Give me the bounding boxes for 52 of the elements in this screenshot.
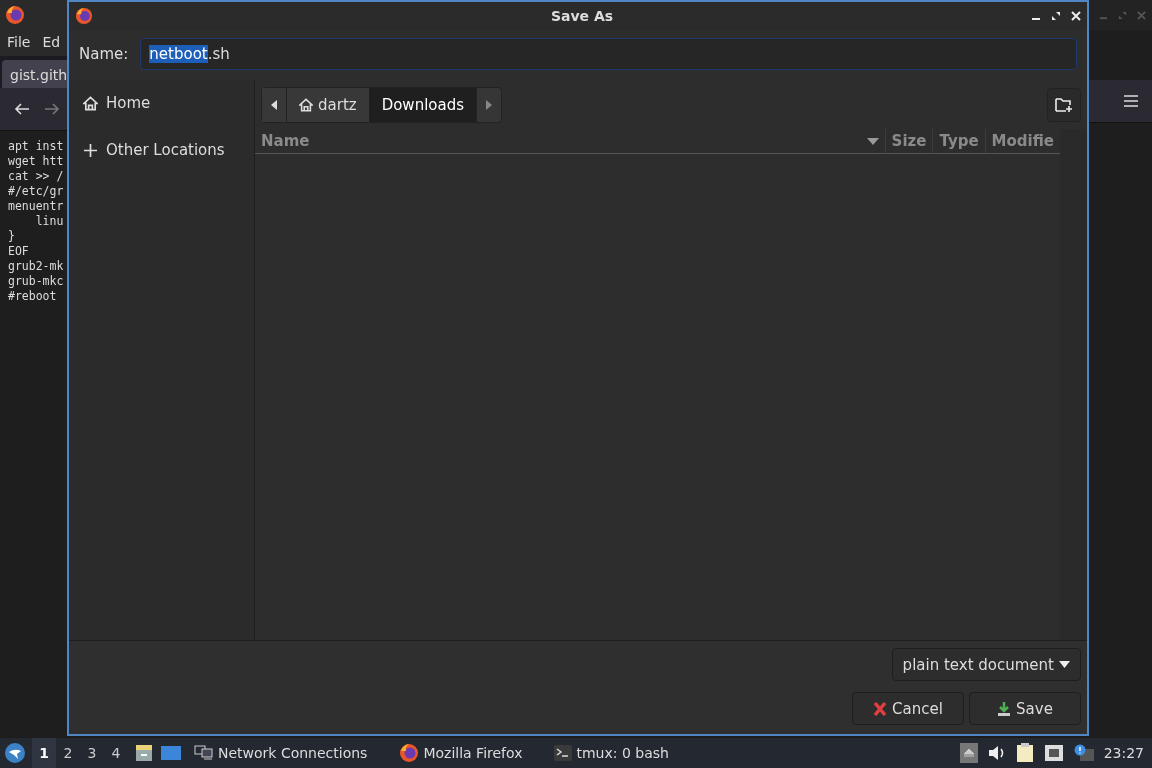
clock: 23:27 xyxy=(1103,745,1144,761)
maximize-icon[interactable] xyxy=(1051,11,1061,21)
window-title: Save As xyxy=(549,8,615,24)
file-manager-icon[interactable] xyxy=(134,743,154,763)
network-icon xyxy=(194,744,214,762)
volume-icon[interactable] xyxy=(987,745,1006,761)
column-header[interactable]: Name xyxy=(255,129,885,153)
save-button[interactable]: Save xyxy=(969,692,1081,725)
workspace-button[interactable]: 4 xyxy=(104,738,128,768)
workspace-button[interactable]: 2 xyxy=(56,738,80,768)
left-arrow-icon xyxy=(271,100,277,110)
notification-icon[interactable] xyxy=(1073,744,1094,762)
menu-item[interactable]: File xyxy=(7,34,31,52)
home-icon xyxy=(299,98,313,112)
back-icon[interactable] xyxy=(14,102,30,116)
browser-tab[interactable]: gist.gith xyxy=(2,60,67,90)
folder-plus-icon xyxy=(1055,97,1073,113)
taskbar-task[interactable]: Mozilla Firefox xyxy=(393,743,529,763)
file-type-dropdown[interactable]: plain text document xyxy=(891,648,1081,681)
firefox-icon xyxy=(75,7,93,25)
desktop-icon[interactable] xyxy=(160,744,182,762)
eject-icon[interactable] xyxy=(959,743,978,763)
new-folder-button[interactable] xyxy=(1047,88,1081,122)
menu-icon[interactable] xyxy=(1124,95,1138,107)
path-back-button[interactable] xyxy=(262,88,287,122)
name-label: Name: xyxy=(79,45,129,63)
sidebar-item[interactable]: Other Locations xyxy=(69,139,254,161)
firefox-icon xyxy=(5,5,25,25)
column-header[interactable]: Size xyxy=(884,129,933,153)
terminal-icon xyxy=(554,745,573,761)
home-icon xyxy=(83,95,98,111)
taskbar-task[interactable]: tmux: 0 bash xyxy=(548,745,675,761)
firefox-icon xyxy=(399,743,420,763)
cancel-button[interactable]: Cancel xyxy=(852,692,964,725)
ethernet-icon[interactable] xyxy=(1043,744,1064,762)
workspace-button[interactable]: 1 xyxy=(32,738,56,768)
download-icon xyxy=(997,700,1012,717)
workspace-button[interactable]: 3 xyxy=(80,738,104,768)
caret-icon xyxy=(1059,661,1070,668)
forward-icon[interactable] xyxy=(44,102,60,116)
taskbar-task[interactable]: Network Connections xyxy=(188,744,374,762)
start-menu-icon[interactable] xyxy=(4,742,26,764)
path-button[interactable]: Downloads xyxy=(369,88,478,122)
cross-icon xyxy=(873,700,888,717)
plus-icon xyxy=(83,142,98,158)
right-arrow-icon xyxy=(486,100,493,110)
sort-arrow-icon xyxy=(866,137,879,145)
column-header[interactable]: Type xyxy=(932,129,985,153)
code-text: apt inst wget htt cat >> / #/etc/gr menuentr linu } EOF grub2-mk grub-mkc #reboot xyxy=(7,138,65,304)
menu-item[interactable]: Ed xyxy=(42,34,61,52)
sidebar-item[interactable]: Home xyxy=(69,92,254,114)
clipboard-icon[interactable] xyxy=(1015,743,1034,763)
